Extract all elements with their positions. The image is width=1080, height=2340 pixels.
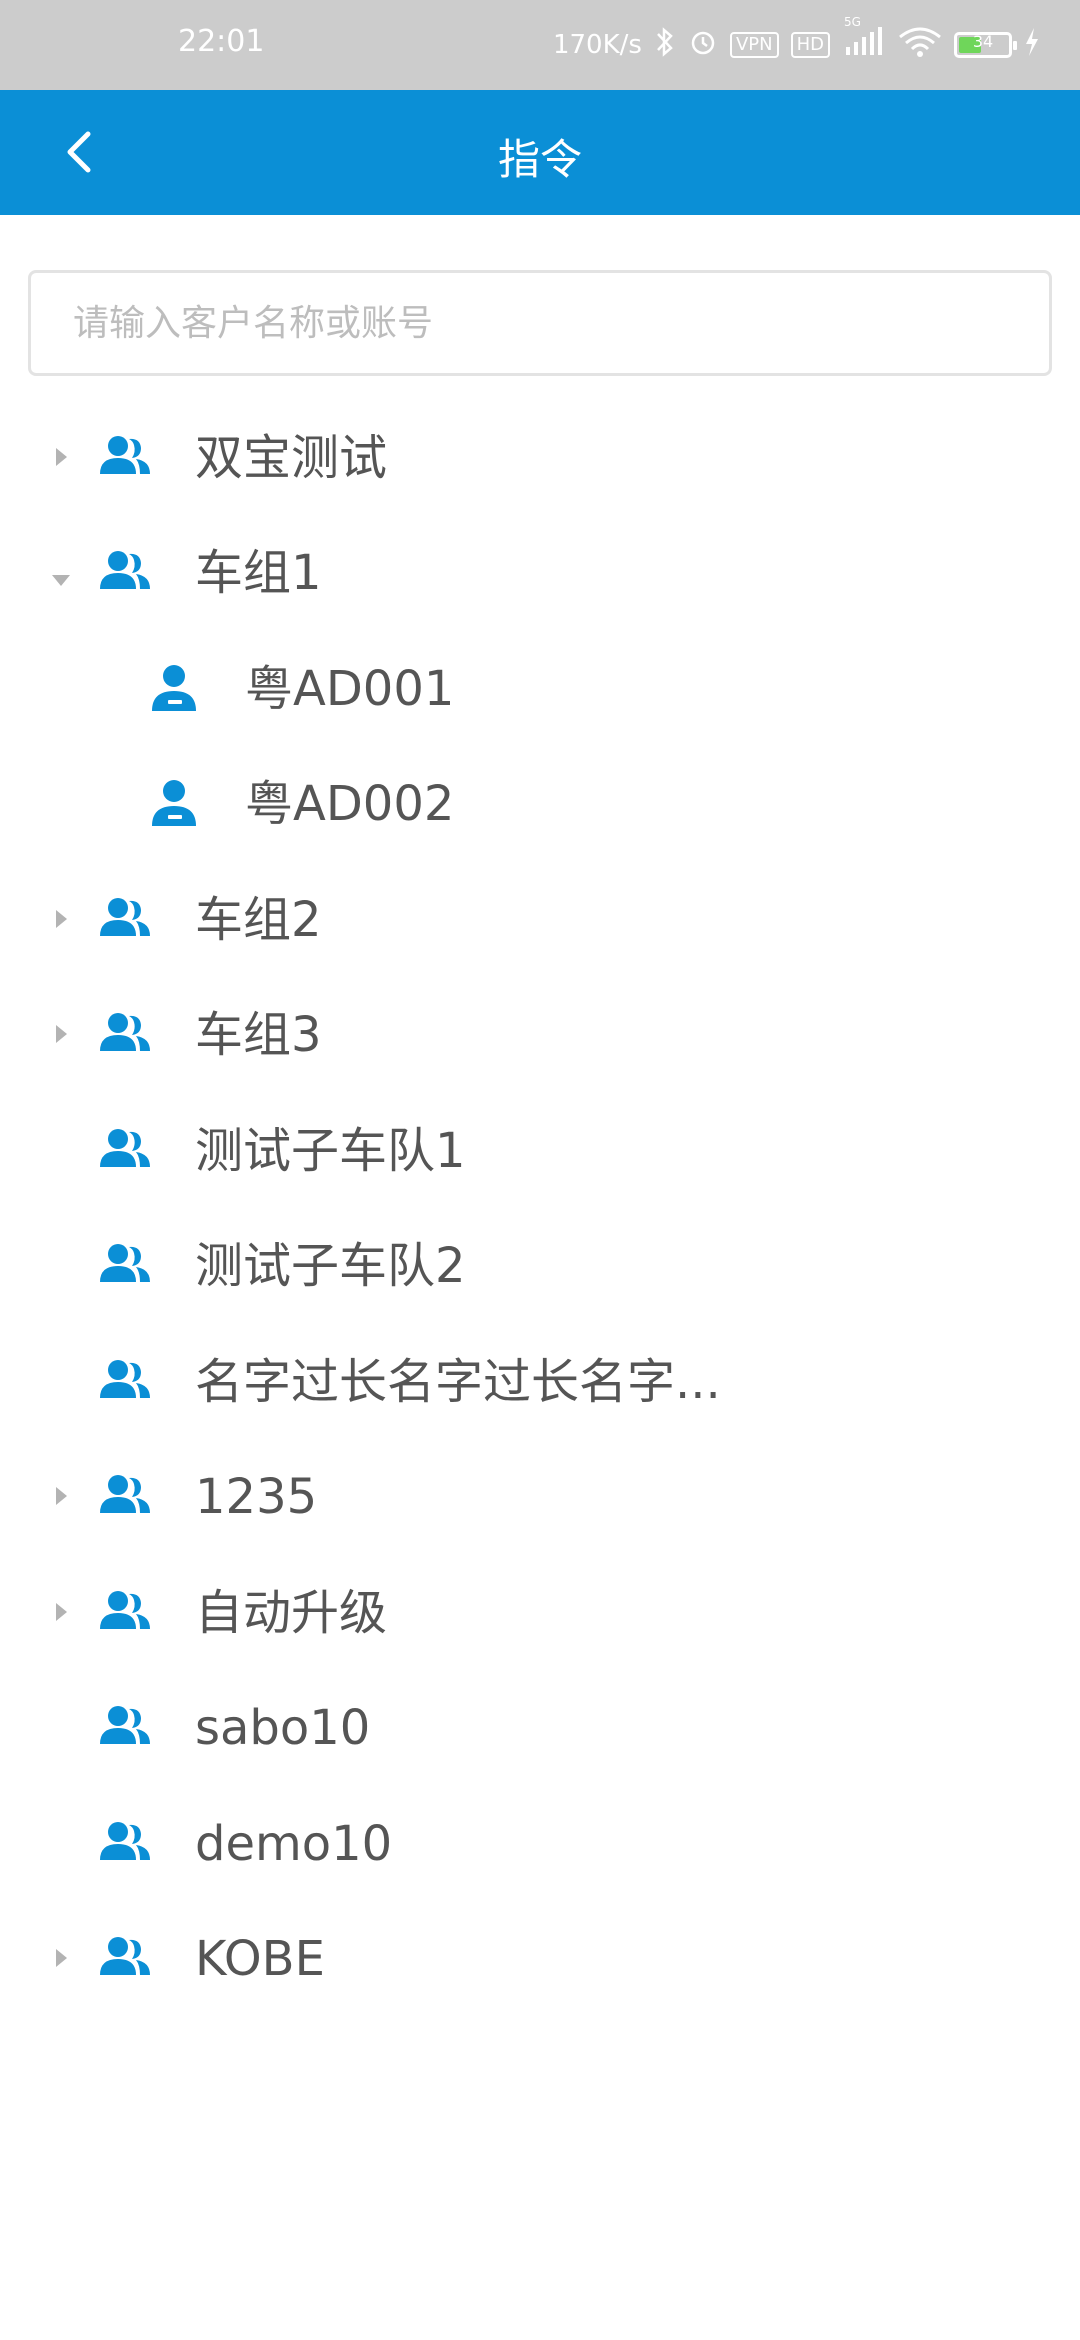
status-time: 22:01 xyxy=(178,24,265,59)
caret-right-icon[interactable] xyxy=(56,1025,67,1043)
caret-right-icon[interactable] xyxy=(56,909,67,928)
group-icon xyxy=(96,1123,152,1179)
page-title: 指令 xyxy=(497,135,582,184)
tree-row[interactable]: 名字过长名字过长名字... xyxy=(0,1324,1080,1439)
charging-icon xyxy=(1024,27,1040,63)
tree-row-label: 名字过长名字过长名字... xyxy=(195,1353,721,1410)
tree-row-label: 车组1 xyxy=(195,545,322,601)
tree-row-label: 测试子车队1 xyxy=(195,1122,466,1179)
vpn-badge: VPN xyxy=(729,32,779,58)
bluetooth-icon xyxy=(654,26,676,65)
signal-label: 5G xyxy=(844,14,861,29)
tree-row[interactable]: KOBE xyxy=(0,1902,1080,2017)
app-header: 指令 xyxy=(0,90,1080,215)
tree-row-label: 1235 xyxy=(195,1469,318,1525)
tree-row-label: 测试子车队2 xyxy=(195,1238,466,1294)
group-icon xyxy=(96,1816,152,1872)
caret-right-icon[interactable] xyxy=(56,1487,67,1505)
driver-icon xyxy=(146,776,202,832)
alarm-icon xyxy=(688,27,718,64)
group-icon xyxy=(96,892,152,948)
tree-row-label: 粤AD001 xyxy=(245,660,455,717)
caret-right-icon[interactable] xyxy=(56,1602,67,1621)
tree-row[interactable]: 车组2 xyxy=(0,862,1080,977)
group-icon xyxy=(96,545,152,601)
tree-row-label: 车组3 xyxy=(195,1007,322,1063)
tree-row-label: sabo10 xyxy=(195,1700,371,1756)
driver-icon xyxy=(146,661,202,717)
network-speed: 170K/s xyxy=(552,30,642,60)
tree-row-label: KOBE xyxy=(195,1931,325,1987)
tree-row-label: 车组2 xyxy=(195,891,322,948)
status-icons: 170K/s VPN HD 5G 34 xyxy=(552,15,1040,68)
tree-row[interactable]: 粤AD001 xyxy=(0,631,1080,746)
tree-row[interactable]: 车组1 xyxy=(0,516,1080,631)
search-box xyxy=(28,270,1052,376)
cellular-signal-icon: 5G xyxy=(842,15,886,64)
battery-tip xyxy=(1013,41,1017,50)
group-icon xyxy=(96,430,152,486)
tree-row[interactable]: 双宝测试 xyxy=(0,400,1080,515)
group-icon xyxy=(96,1354,152,1410)
battery-icon: 34 xyxy=(954,32,1017,58)
tree-row-label: demo10 xyxy=(195,1815,393,1872)
tree-row[interactable]: 车组3 xyxy=(0,978,1080,1093)
group-icon xyxy=(96,1007,152,1063)
tree-row[interactable]: 测试子车队1 xyxy=(0,1093,1080,1208)
caret-right-icon[interactable] xyxy=(56,447,67,466)
caret-down-icon[interactable] xyxy=(52,575,70,586)
tree-row[interactable]: 自动升级 xyxy=(0,1555,1080,1670)
tree-row[interactable]: sabo10 xyxy=(0,1671,1080,1786)
tree-row[interactable]: demo10 xyxy=(0,1786,1080,1901)
search-input[interactable] xyxy=(31,273,1049,373)
battery-level: 34 xyxy=(972,32,994,51)
wifi-icon xyxy=(898,27,942,64)
caret-right-icon[interactable] xyxy=(56,1949,67,1967)
status-bar: 22:01 170K/s VPN HD 5G 34 xyxy=(0,0,1080,90)
group-icon xyxy=(96,1700,152,1756)
group-icon xyxy=(96,1931,152,1987)
tree-row-label: 双宝测试 xyxy=(195,429,388,486)
tree-row-label: 粤AD002 xyxy=(245,776,455,832)
tree-row-label: 自动升级 xyxy=(195,1584,388,1641)
tree-row[interactable]: 测试子车队2 xyxy=(0,1209,1080,1324)
tree-row[interactable]: 1235 xyxy=(0,1440,1080,1555)
group-icon xyxy=(96,1585,152,1641)
group-icon xyxy=(96,1238,152,1294)
tree-row[interactable]: 粤AD002 xyxy=(0,747,1080,862)
hd-badge: HD xyxy=(790,32,830,58)
group-icon xyxy=(96,1469,152,1525)
